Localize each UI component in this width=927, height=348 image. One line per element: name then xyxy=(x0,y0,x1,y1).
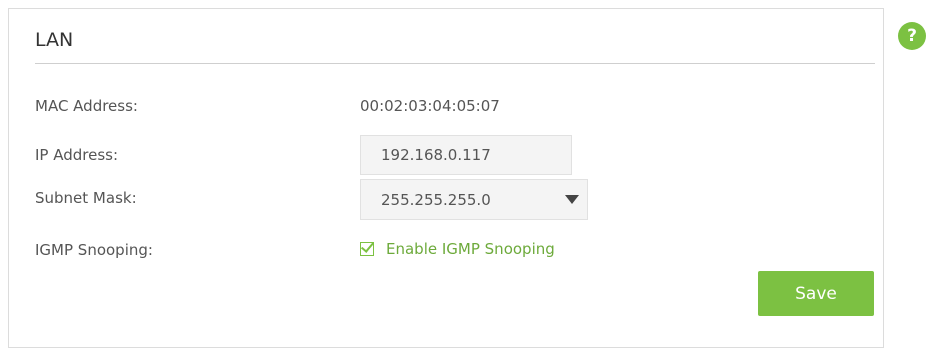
mac-address-label: MAC Address: xyxy=(35,97,138,115)
checkmark-icon xyxy=(360,239,375,253)
section-divider xyxy=(35,63,875,64)
subnet-mask-selected-value: 255.255.255.0 xyxy=(381,191,491,209)
lan-settings-panel xyxy=(8,8,884,348)
ip-address-input[interactable] xyxy=(360,135,572,175)
subnet-mask-select[interactable]: 255.255.255.0 xyxy=(360,179,588,220)
dropdown-arrow-icon xyxy=(565,195,579,204)
igmp-snooping-checkbox-label: Enable IGMP Snooping xyxy=(386,240,555,258)
checkbox-checked-icon xyxy=(360,239,375,256)
help-icon[interactable]: ? xyxy=(898,22,926,50)
subnet-mask-label: Subnet Mask: xyxy=(35,189,137,207)
ip-address-label: IP Address: xyxy=(35,146,119,164)
igmp-snooping-label: IGMP Snooping: xyxy=(35,241,153,259)
mac-address-value: 00:02:03:04:05:07 xyxy=(360,97,500,115)
save-button[interactable]: Save xyxy=(758,271,874,316)
section-title: LAN xyxy=(35,29,74,51)
